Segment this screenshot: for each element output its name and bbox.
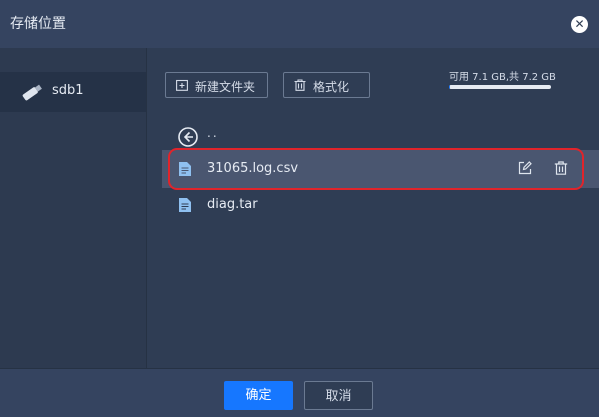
new-folder-button[interactable]: 新建文件夹 [165,72,268,98]
storage-usage-bar [449,85,551,89]
close-icon[interactable]: ✕ [571,16,588,33]
selection-highlight [168,148,584,190]
back-arrow-icon[interactable] [177,126,199,148]
drive-sidebar: sdb1 [0,48,147,368]
storage-usage-fill [449,85,451,89]
new-folder-label: 新建文件夹 [195,80,256,94]
format-label: 格式化 [313,80,350,94]
format-button[interactable]: 格式化 [283,72,370,98]
file-name: diag.tar [207,197,258,212]
file-icon [179,198,191,212]
new-folder-icon [176,79,188,91]
dialog-footer: 确定 取消 [0,368,599,417]
trash-icon [294,79,306,91]
dialog-titlebar: 存储位置 ✕ [0,0,599,48]
cancel-button[interactable]: 取消 [304,381,373,410]
parent-directory[interactable]: .. [207,126,219,140]
sidebar-item-sdb1[interactable]: sdb1 [0,72,146,112]
drive-label: sdb1 [52,83,84,98]
file-row[interactable]: diag.tar [162,186,599,224]
dialog-title: 存储位置 [10,16,66,32]
usb-drive-icon [22,84,42,101]
file-browser: 新建文件夹 格式化 可用 7.1 GB,共 7.2 GB .. 31065.lo… [147,48,599,368]
confirm-button[interactable]: 确定 [224,381,293,410]
storage-capacity-text: 可用 7.1 GB,共 7.2 GB [449,72,556,83]
storage-location-dialog: 存储位置 ✕ sdb1 新建文件夹 格式化 可用 7.1 GB,共 7.2 GB… [0,0,599,417]
